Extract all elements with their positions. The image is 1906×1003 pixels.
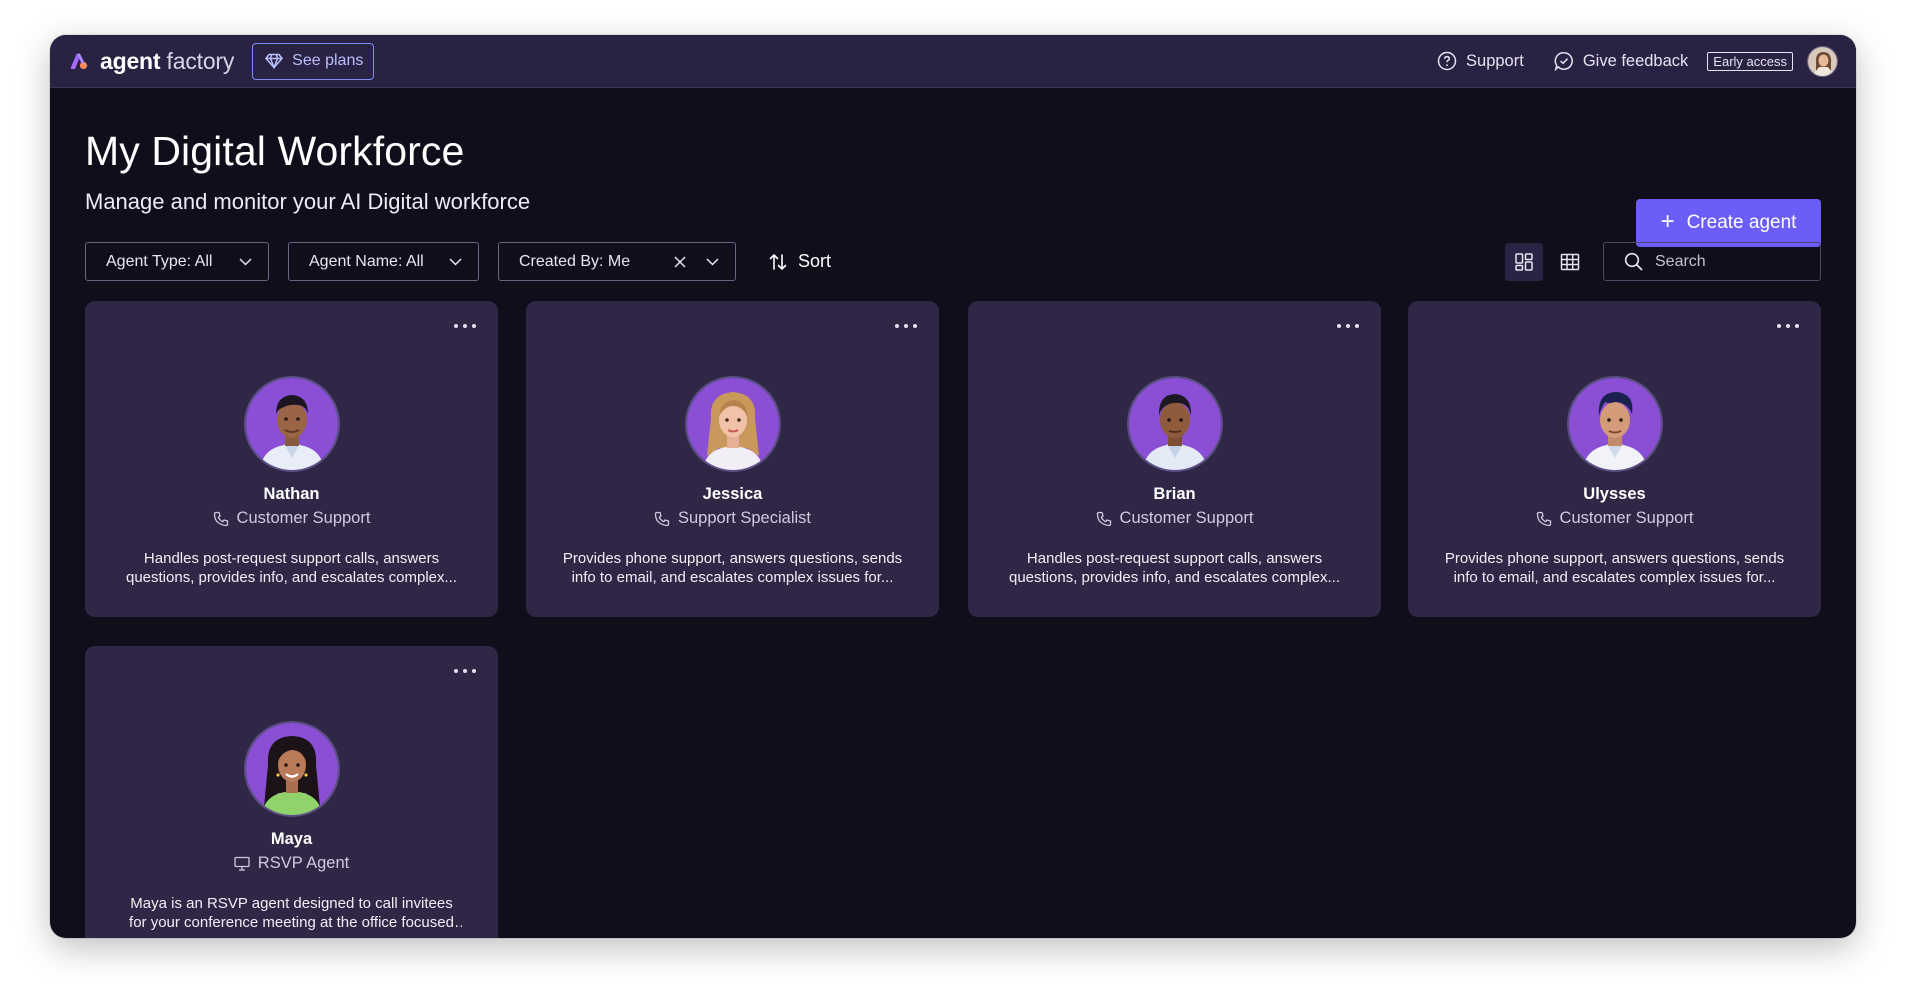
agent-type-label: Agent Type: All	[106, 252, 213, 270]
search-input[interactable]: Search	[1603, 242, 1821, 281]
monitor-icon	[234, 856, 250, 871]
card-view-icon	[1515, 252, 1533, 271]
agent-card-maya[interactable]: Maya RSVP Agent Maya is an RSVP agent de…	[85, 646, 498, 938]
agent-role-label: Customer Support	[1119, 509, 1254, 527]
see-plans-button[interactable]: See plans	[252, 42, 375, 80]
feedback-bubble-icon	[1554, 52, 1573, 71]
agent-card-ulysses[interactable]: Ulysses Customer Support Provides phone …	[1408, 301, 1821, 617]
logo-text: agent factory	[100, 47, 235, 74]
created-by-label: Created By: Me	[519, 252, 631, 270]
agent-description: Handles post-request support calls, answ…	[1008, 550, 1341, 586]
feedback-label: Give feedback	[1582, 51, 1689, 70]
agent-avatar	[243, 721, 340, 817]
agent-name: Brian	[1153, 485, 1196, 503]
agent-role-label: Customer Support	[1559, 509, 1694, 527]
create-agent-button[interactable]: + Create agent	[1636, 199, 1821, 247]
see-plans-label: See plans	[292, 52, 364, 69]
agent-name: Jessica	[702, 485, 763, 503]
user-avatar[interactable]	[1807, 45, 1838, 77]
table-view-button[interactable]	[1551, 243, 1589, 281]
agent-card-jessica[interactable]: Jessica Support Specialist Provides phon…	[526, 301, 939, 617]
support-label: Support	[1466, 51, 1524, 70]
plus-icon: +	[1660, 208, 1675, 235]
page-title: My Digital Workforce	[85, 128, 465, 174]
filter-bar: Agent Type: All Agent Name: All Created …	[85, 242, 1821, 281]
agent-avatar	[1126, 376, 1223, 472]
agent-card-nathan[interactable]: Nathan Customer Support Handles post-req…	[85, 301, 498, 617]
agent-role: Customer Support	[85, 509, 498, 528]
agent-card-brian[interactable]: Brian Customer Support Handles post-requ…	[968, 301, 1381, 617]
agent-name: Maya	[270, 830, 313, 848]
chevron-down-icon	[449, 257, 462, 266]
agent-name: Ulysses	[1583, 485, 1646, 503]
more-options-icon[interactable]	[895, 319, 917, 333]
page-subtitle: Manage and monitor your AI Digital workf…	[85, 189, 531, 214]
agent-name-filter[interactable]: Agent Name: All	[288, 242, 479, 281]
search-icon	[1624, 252, 1643, 271]
topbar-actions: Support Give feedback Early access	[1437, 45, 1838, 77]
more-options-icon[interactable]	[454, 319, 476, 333]
top-bar: agent factory See plans Support Give fee…	[50, 35, 1856, 88]
support-link[interactable]: Support	[1437, 51, 1524, 71]
more-options-icon[interactable]	[1337, 319, 1359, 333]
agent-avatar	[1566, 376, 1663, 472]
sort-button[interactable]: Sort	[768, 251, 831, 272]
agent-factory-logo-icon	[70, 53, 88, 70]
question-circle-icon	[1437, 51, 1457, 71]
agent-description: Handles post-request support calls, answ…	[125, 550, 458, 586]
table-view-icon	[1560, 253, 1580, 270]
agent-avatar	[684, 376, 781, 472]
more-options-icon[interactable]	[1777, 319, 1799, 333]
search-placeholder: Search	[1655, 252, 1706, 270]
agent-role: Customer Support	[968, 509, 1381, 528]
agent-role-label: Customer Support	[236, 509, 371, 527]
chevron-down-icon	[706, 257, 719, 266]
early-access-badge: Early access	[1707, 51, 1793, 71]
agent-type-filter[interactable]: Agent Type: All	[85, 242, 269, 281]
create-agent-label: Create agent	[1686, 212, 1797, 233]
agent-avatar	[243, 376, 340, 472]
close-icon[interactable]	[674, 255, 686, 268]
view-toggle-group	[1505, 242, 1589, 281]
phone-icon	[1536, 511, 1551, 526]
sort-arrows-icon	[769, 253, 787, 270]
card-view-button[interactable]	[1505, 242, 1543, 281]
agent-description: Provides phone support, answers question…	[1444, 550, 1785, 586]
phone-icon	[213, 511, 228, 526]
diamond-icon	[265, 53, 284, 69]
more-options-icon[interactable]	[454, 664, 476, 678]
chevron-down-icon	[239, 257, 252, 266]
agent-description: Provides phone support, answers question…	[562, 550, 903, 586]
phone-icon	[654, 511, 670, 526]
agent-description: Maya is an RSVP agent designed to call i…	[129, 895, 454, 931]
sort-label: Sort	[798, 251, 832, 271]
give-feedback-link[interactable]: Give feedback	[1554, 51, 1688, 71]
agent-role: Customer Support	[1408, 509, 1821, 528]
agent-role-label: RSVP Agent	[257, 854, 350, 872]
app-window: agent factory See plans Support Give fee…	[50, 35, 1856, 938]
created-by-filter[interactable]: Created By: Me	[498, 242, 736, 281]
agent-role: Support Specialist	[526, 509, 939, 528]
phone-icon	[1096, 511, 1111, 526]
agent-name: Nathan	[263, 485, 320, 503]
agent-role: RSVP Agent	[85, 854, 498, 873]
agent-name-label: Agent Name: All	[309, 252, 424, 270]
logo[interactable]: agent factory	[68, 48, 234, 75]
agent-role-label: Support Specialist	[678, 509, 811, 527]
